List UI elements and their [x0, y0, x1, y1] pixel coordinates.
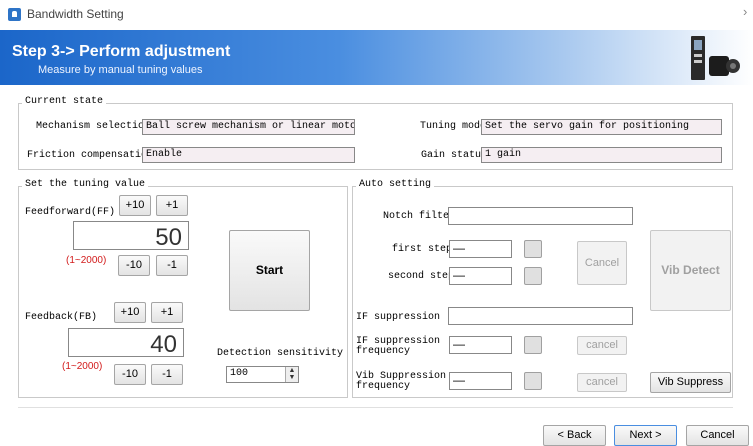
current-state-label: Current state — [22, 96, 107, 107]
if-freq-field: — — [449, 336, 512, 354]
spin-down-icon[interactable]: ▼ — [286, 374, 298, 381]
ff-value-input[interactable]: 50 — [73, 221, 189, 251]
notch-filter-field — [448, 207, 633, 225]
ff-range: (1~2000) — [66, 255, 107, 266]
if-freq-indicator — [524, 336, 542, 354]
second-step-label: second step — [388, 271, 455, 282]
if-cancel-button[interactable]: cancel — [577, 336, 627, 355]
ff-plus1-button[interactable]: +1 — [156, 195, 188, 216]
vib-cancel-button[interactable]: cancel — [577, 373, 627, 392]
sensitivity-label: Detection sensitivity — [217, 348, 344, 359]
first-step-indicator — [524, 240, 542, 258]
fb-minus10-button[interactable]: -10 — [114, 364, 146, 385]
start-button[interactable]: Start — [229, 230, 310, 311]
tuning-mode-field: Set the servo gain for positioning — [481, 119, 722, 135]
auto-setting-label: Auto setting — [356, 179, 435, 190]
vib-suppress-button[interactable]: Vib Suppress — [650, 372, 731, 393]
vib-supp-indicator — [524, 372, 542, 390]
tuning-label: Set the tuning value — [22, 179, 149, 190]
first-step-label: first step — [392, 244, 453, 255]
cancel-detect-button[interactable]: Cancel — [577, 241, 627, 285]
next-button[interactable]: Next > — [614, 425, 677, 446]
friction-field: Enable — [142, 147, 355, 163]
second-step-indicator — [524, 267, 542, 285]
ff-label: Feedforward(FF) — [25, 207, 116, 218]
gain-status-field: 1 gain — [481, 147, 722, 163]
if-freq-label: IF suppression frequency — [356, 337, 440, 357]
vib-supp-field: — — [449, 372, 512, 390]
mechanism-field: Ball screw mechanism or linear motor — [142, 119, 355, 135]
fb-label: Feedback(FB) — [25, 312, 98, 323]
close-icon[interactable]: › — [743, 4, 747, 19]
ff-plus10-button[interactable]: +10 — [119, 195, 151, 216]
title-bar: Bandwidth Setting › — [0, 0, 753, 30]
notch-filter-label: Notch filter — [383, 211, 456, 222]
fb-minus1-button[interactable]: -1 — [151, 364, 183, 385]
second-step-field: — — [449, 267, 512, 285]
fb-plus10-button[interactable]: +10 — [114, 302, 146, 323]
step-subtitle: Measure by manual tuning values — [38, 64, 203, 76]
fb-value-input[interactable]: 40 — [68, 328, 184, 358]
servo-motor-icon — [691, 36, 740, 80]
sensitivity-spinner[interactable]: ▲ ▼ — [285, 367, 298, 382]
first-step-field: — — [449, 240, 512, 258]
app-icon — [8, 8, 21, 21]
if-freq-label-line2: frequency — [356, 346, 411, 357]
if-suppression-label: IF suppression — [356, 312, 441, 323]
fb-plus1-button[interactable]: +1 — [151, 302, 183, 323]
ff-minus1-button[interactable]: -1 — [156, 255, 188, 276]
vib-supp-label-line2: frequency — [356, 381, 411, 392]
tuning-mode-label: Tuning mode — [420, 121, 487, 132]
ff-minus10-button[interactable]: -10 — [118, 255, 150, 276]
step-banner: Step 3-> Perform adjustment Measure by m… — [0, 30, 753, 85]
if-suppression-field — [448, 307, 633, 325]
vib-detect-button[interactable]: Vib Detect — [650, 230, 731, 311]
cancel-button[interactable]: Cancel — [686, 425, 749, 446]
step-title: Step 3-> Perform adjustment — [12, 43, 231, 60]
mechanism-label: Mechanism selection — [36, 121, 151, 132]
fb-range: (1~2000) — [62, 361, 103, 372]
friction-label: Friction compensation — [27, 150, 154, 161]
back-button[interactable]: < Back — [543, 425, 606, 446]
vib-supp-label: Vib Suppression frequency — [356, 372, 446, 392]
footer-divider — [18, 407, 733, 408]
window-title: Bandwidth Setting — [27, 7, 124, 21]
spin-up-icon[interactable]: ▲ — [286, 367, 298, 374]
gain-status-label: Gain status — [421, 150, 488, 161]
